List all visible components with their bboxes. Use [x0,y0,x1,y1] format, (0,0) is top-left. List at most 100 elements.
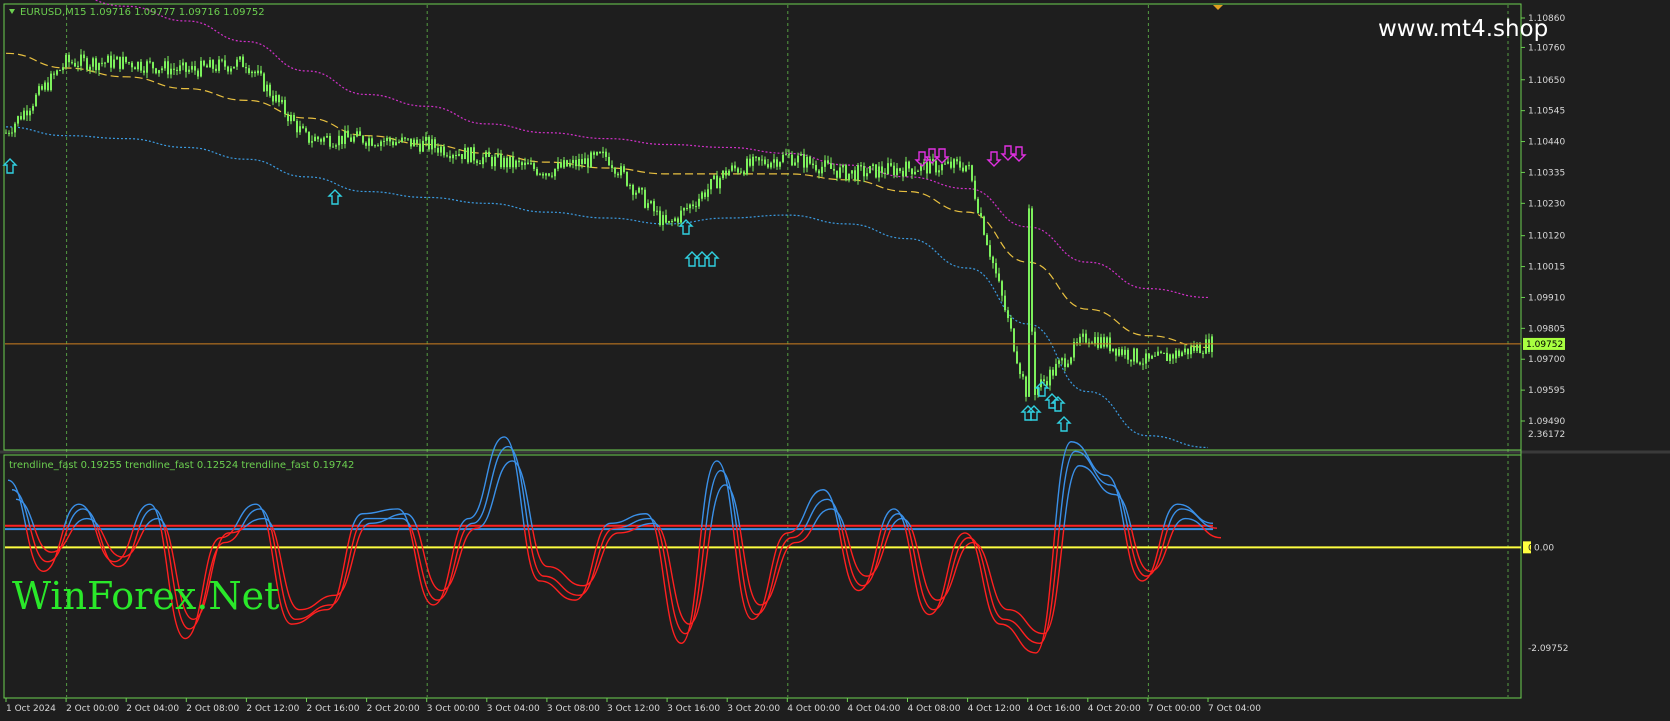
candle-body [686,208,688,210]
candle-body [314,136,316,142]
candle-body [23,110,25,120]
candle-body [944,163,946,165]
candle-body [851,170,853,174]
candle-body [704,192,706,197]
candle-body [911,168,913,175]
candle-body [440,146,442,153]
candle-body [113,59,115,68]
candle-body [560,162,562,168]
candle-body [695,206,697,208]
candle-body [71,62,73,64]
candle-body [1010,318,1012,329]
candle-body [734,165,736,169]
candle-body [461,154,463,160]
candle-body [179,65,181,71]
candle-body [767,164,769,168]
candle-body [104,62,106,64]
candle-body [764,159,766,165]
mt4-chart[interactable]: 1.108601.107601.106501.105451.104401.103… [0,0,1670,721]
candle-body [722,170,724,179]
candle-body [605,151,607,157]
candle-body [1205,339,1207,354]
candle-body [1112,348,1114,352]
chart-title: EURUSD,M15 1.09716 1.09777 1.09716 1.097… [20,7,265,18]
candle-body [863,165,865,177]
candle-body [17,116,19,124]
candle-body [287,113,289,122]
candle-body [755,156,757,158]
candle-body [74,62,76,67]
candle-body [533,163,535,169]
candle-body [986,234,988,246]
candle-body [5,132,7,134]
candle-body [224,60,226,67]
candle-body [806,156,808,168]
candle-body [1157,351,1159,356]
candle-body [677,218,679,223]
candle-body [479,162,481,165]
candle-body [1022,374,1024,377]
candle-body [416,139,418,144]
candle-body [524,162,526,166]
candle-body [137,61,139,70]
time-label: 4 Oct 04:00 [847,704,900,714]
candle-body [260,70,262,74]
candle-body [482,157,484,165]
candle-body [980,213,982,217]
candle-body [983,216,985,235]
candle-body [1058,360,1060,364]
candle-body [347,130,349,138]
candle-body [1070,357,1072,364]
time-label: 4 Oct 16:00 [1028,704,1081,714]
candle-body [794,162,796,166]
candle-body [1190,346,1192,355]
candle-body [1043,379,1045,382]
candle-body [236,59,238,67]
candle-body [509,156,511,168]
candle-body [1193,346,1195,351]
candle-body [542,173,544,176]
candle-body [719,178,721,189]
time-label: 4 Oct 12:00 [968,704,1021,714]
candle-body [854,170,856,181]
candle-body [530,163,532,165]
candle-body [143,70,145,73]
candle-body [1202,353,1204,355]
candle-body [563,160,565,168]
candle-body [926,162,928,174]
candle-body [476,160,478,163]
candle-body [1088,342,1090,344]
candle-body [950,161,952,168]
candle-body [425,136,427,141]
candle-body [293,114,295,121]
candle-body [590,152,592,168]
candle-body [434,139,436,148]
time-label: 3 Oct 16:00 [667,704,720,714]
candle-body [470,147,472,163]
candle-body [494,156,496,167]
candle-body [803,154,805,168]
candle-body [935,161,937,173]
candle-body [92,58,94,67]
candle-body [707,189,709,197]
candle-body [278,95,280,103]
candle-body [188,69,190,72]
candle-body [731,165,733,171]
candle-body [149,61,151,63]
candle-body [893,165,895,176]
candle-body [338,135,340,146]
candle-body [848,173,850,181]
candle-body [866,173,868,177]
candle-body [80,54,82,66]
candle-body [575,159,577,167]
candle-body [1142,363,1144,365]
candle-body [32,106,34,111]
candle-body [98,63,100,71]
candle-body [29,110,31,116]
time-label: 3 Oct 20:00 [727,704,780,714]
candle-body [584,158,586,165]
candle-body [809,156,811,164]
candle-body [1055,363,1057,376]
price-label: 1.09910 [1528,293,1565,303]
candle-body [1145,353,1147,364]
